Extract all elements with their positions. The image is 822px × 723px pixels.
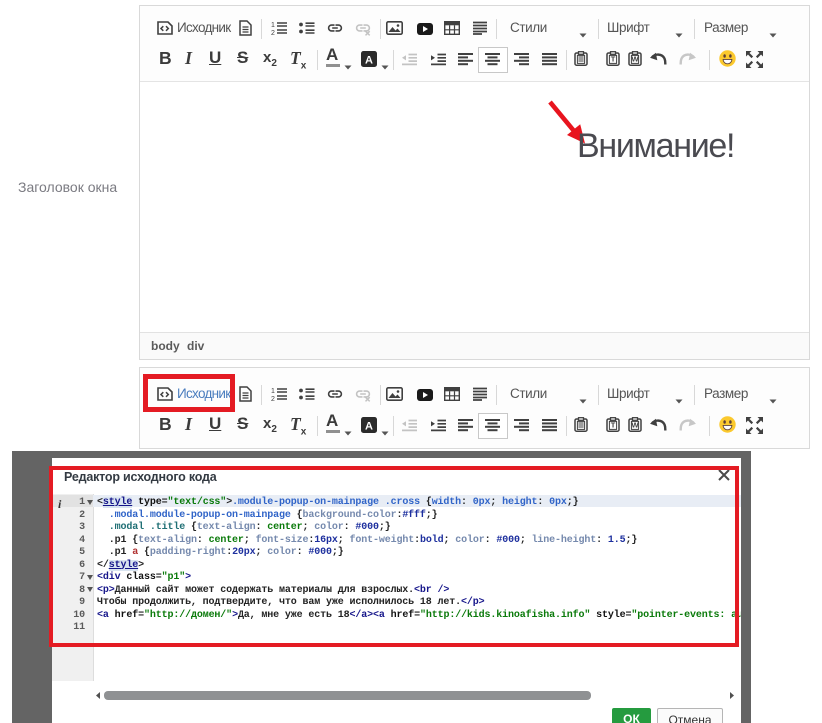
svg-text:A: A bbox=[365, 420, 373, 432]
svg-text:1: 1 bbox=[271, 388, 275, 395]
svg-text:2: 2 bbox=[271, 30, 275, 35]
svg-text:W: W bbox=[631, 55, 639, 64]
svg-text:2: 2 bbox=[271, 396, 275, 401]
svg-text:A: A bbox=[365, 55, 373, 67]
svg-text:W: W bbox=[631, 420, 639, 429]
svg-text:T: T bbox=[611, 420, 616, 429]
svg-text:T: T bbox=[611, 55, 616, 64]
svg-text:1: 1 bbox=[271, 22, 275, 29]
